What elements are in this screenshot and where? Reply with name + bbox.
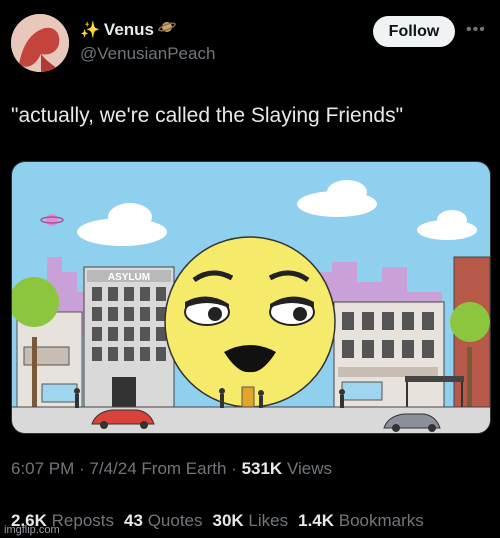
author-handle[interactable]: @VenusianPeach [80, 44, 215, 64]
bookmarks-label: Bookmarks [338, 511, 424, 530]
tweet-date[interactable]: 7/4/24 [89, 459, 136, 478]
tweet-text: "actually, we're called the Slaying Frie… [11, 104, 404, 127]
quotes-label: Quotes [147, 511, 203, 530]
tweet-time[interactable]: 6:07 PM [11, 459, 74, 478]
follow-button[interactable]: Follow [373, 16, 455, 47]
cartoon-street-scene: ASYLUM [12, 162, 490, 433]
quotes-stat[interactable]: 43 Quotes [124, 511, 202, 531]
asylum-sign: ASYLUM [108, 272, 150, 283]
quotes-count: 43 [124, 511, 143, 530]
tweet-stats: 2.6K Reposts 43 Quotes 30K Likes 1.4K Bo… [11, 511, 424, 531]
tweet-meta: 6:07 PM · 7/4/24 From Earth · 531K Views [11, 459, 332, 478]
more-horizontal-icon[interactable]: ••• [466, 21, 486, 39]
author-name-row[interactable]: ✨ Venus [80, 19, 176, 40]
likes-label: Likes [248, 511, 289, 530]
likes-stat[interactable]: 30K Likes [213, 511, 289, 531]
watermark: imgflip.com [4, 524, 60, 536]
saturn-planet-icon [158, 19, 176, 40]
sparkle-emoji: ✨ [80, 21, 100, 39]
views-count: 531K [241, 459, 283, 478]
reposts-label: Reposts [51, 511, 115, 530]
likes-count: 30K [212, 511, 244, 530]
views-label: Views [286, 459, 332, 478]
tweet-source: From Earth [141, 459, 227, 478]
avatar-image [11, 14, 69, 72]
bookmarks-stat[interactable]: 1.4K Bookmarks [298, 511, 424, 531]
avatar[interactable] [11, 14, 69, 72]
author-display-name[interactable]: Venus [104, 20, 154, 40]
bookmarks-count: 1.4K [298, 511, 335, 530]
tweet-media-image[interactable]: ASYLUM [11, 161, 491, 434]
